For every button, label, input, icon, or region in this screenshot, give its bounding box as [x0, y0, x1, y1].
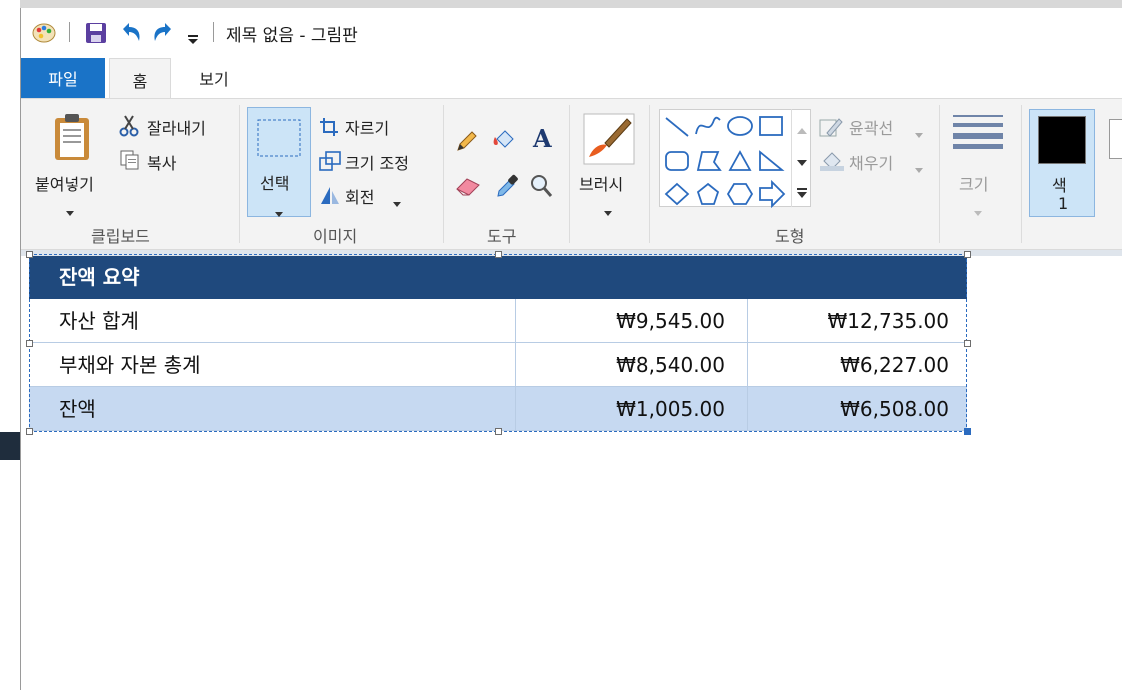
title-bar: 제목 없음 - 그림판	[21, 8, 1122, 56]
resize-handle-bottom-middle[interactable]	[495, 428, 502, 435]
resize-handle-bottom-right[interactable]	[964, 428, 971, 435]
window-title: 제목 없음 - 그림판	[226, 26, 358, 46]
resize-handle-top-middle[interactable]	[495, 251, 502, 258]
color1-swatch	[1038, 116, 1086, 164]
resize-handle-top-left[interactable]	[26, 251, 33, 258]
paint-app-icon[interactable]	[31, 20, 57, 48]
scroll-down-icon[interactable]	[797, 151, 807, 170]
ribbon-home: 붙여넣기 잘라내기 복사 클립보드 선택 자르기 크기 조정 회전 이미지 A …	[21, 98, 1122, 250]
selection-marquee[interactable]	[29, 254, 967, 432]
text-icon[interactable]: A	[531, 124, 555, 157]
outline-pen-icon	[819, 117, 843, 143]
resize-handle-bottom-left[interactable]	[26, 428, 33, 435]
shapes-gallery[interactable]	[659, 109, 811, 209]
fill-shape-icon	[819, 149, 845, 177]
magnifier-icon[interactable]	[529, 173, 553, 203]
chevron-down-icon	[915, 123, 923, 142]
color1-label-bottom: 1	[1058, 194, 1069, 213]
crop-icon	[319, 117, 339, 141]
image-group-label: 이미지	[313, 227, 358, 246]
chevron-down-icon	[974, 201, 982, 220]
background-window-strip	[20, 0, 1122, 8]
tab-view[interactable]: 보기	[181, 58, 247, 98]
color2-button[interactable]	[1109, 119, 1122, 159]
color1-button[interactable]: 색 1	[1029, 109, 1095, 217]
resize-handle-middle-left[interactable]	[26, 340, 33, 347]
clipboard-group-label: 클립보드	[91, 227, 150, 246]
chevron-down-icon	[604, 201, 612, 220]
copy-icon	[119, 149, 141, 175]
chevron-down-icon	[66, 201, 74, 220]
tab-home[interactable]: 홈	[109, 58, 171, 100]
paste-label: 붙여넣기	[35, 175, 94, 194]
svg-text:A: A	[532, 125, 552, 153]
ribbon-tabs: 파일 홈 보기	[21, 58, 1122, 100]
fill-bucket-icon[interactable]	[491, 127, 519, 157]
size-label: 크기	[959, 175, 989, 194]
chevron-down-icon	[915, 158, 923, 177]
redo-icon[interactable]	[151, 21, 175, 47]
chevron-down-icon	[275, 202, 283, 221]
expand-gallery-icon[interactable]	[797, 183, 807, 202]
cut-label: 잘라내기	[147, 119, 206, 138]
brushes-label: 브러시	[579, 175, 624, 194]
chevron-down-icon	[393, 192, 401, 211]
brush-icon	[583, 113, 635, 169]
eraser-icon[interactable]	[455, 175, 483, 201]
shapes-group-label: 도형	[775, 227, 805, 246]
color-picker-icon[interactable]	[495, 173, 519, 203]
outline-label: 윤곽선	[849, 119, 894, 138]
resize-handle-middle-right[interactable]	[964, 340, 971, 347]
select-label: 선택	[260, 174, 290, 193]
rotate-icon	[319, 185, 341, 209]
save-icon[interactable]	[85, 22, 107, 48]
tab-file[interactable]: 파일	[21, 58, 105, 98]
resize-icon	[319, 151, 341, 175]
fill-label: 채우기	[849, 154, 894, 173]
customize-quick-access-icon[interactable]	[187, 30, 199, 49]
scissors-icon	[119, 115, 139, 141]
select-rectangle-icon	[256, 118, 302, 162]
color1-label-top: 색	[1052, 176, 1067, 195]
rotate-label: 회전	[345, 188, 375, 207]
clipboard-icon	[53, 113, 91, 165]
select-button[interactable]: 선택	[247, 107, 311, 217]
tools-group-label: 도구	[487, 227, 517, 246]
resize-label: 크기 조정	[345, 154, 409, 173]
paint-window: 제목 없음 - 그림판 파일 홈 보기 붙여넣기 잘라내기 복사 클립보드 선택…	[20, 8, 1122, 690]
background-window-edge	[0, 0, 20, 690]
scroll-up-icon[interactable]	[797, 119, 807, 138]
line-width-icon	[953, 113, 1003, 153]
shapes-scrollbar[interactable]	[791, 109, 811, 207]
crop-label: 자르기	[345, 119, 390, 138]
resize-handle-top-right[interactable]	[964, 251, 971, 258]
pencil-icon[interactable]	[455, 129, 479, 157]
undo-icon[interactable]	[119, 21, 143, 47]
copy-label: 복사	[147, 154, 177, 173]
